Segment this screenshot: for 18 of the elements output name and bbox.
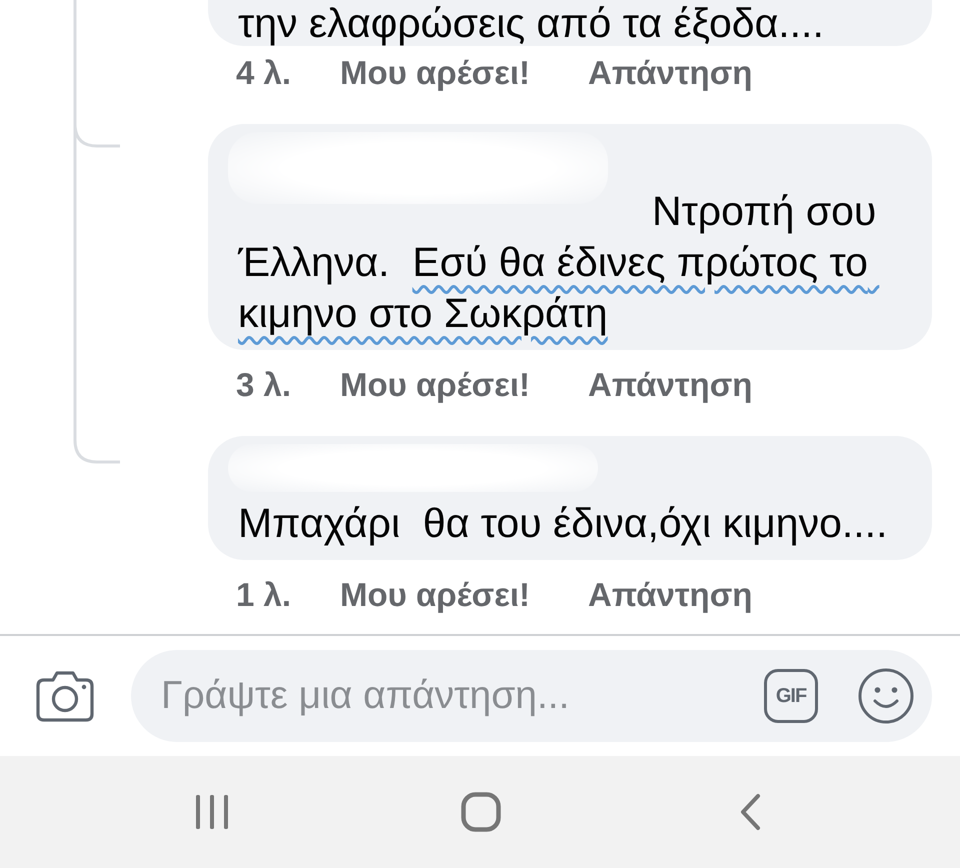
like-button[interactable]: Μου αρέσει!: [340, 575, 530, 615]
gif-button[interactable]: GIF: [764, 669, 818, 723]
comment-time: 3 λ.: [236, 365, 292, 405]
comment-text: Ντροπή σου Έλληνα. Εσύ θα έδινες πρώτος το κιμηνο στο Σωκράτη: [238, 187, 878, 338]
comment-text: Μπαχάρι θα του έδινα,όχι κιμηνο....: [238, 499, 888, 548]
reply-button[interactable]: Απάντηση: [588, 365, 752, 405]
reply-button[interactable]: Απάντηση: [588, 575, 752, 615]
comment-time: 4 λ.: [236, 53, 292, 93]
like-button[interactable]: Μου αρέσει!: [340, 365, 530, 405]
recent-apps-icon[interactable]: [194, 794, 230, 830]
comment-time: 1 λ.: [236, 575, 292, 615]
comment-text: την ελαφρώσεις από τα έξοδα....: [238, 0, 825, 46]
smiley-icon[interactable]: [858, 668, 914, 724]
back-chevron-icon[interactable]: [738, 793, 760, 831]
like-button[interactable]: Μου αρέσει!: [340, 53, 530, 93]
reply-button[interactable]: Απάντηση: [588, 53, 752, 93]
camera-icon[interactable]: [36, 670, 94, 722]
home-icon[interactable]: [460, 792, 500, 832]
